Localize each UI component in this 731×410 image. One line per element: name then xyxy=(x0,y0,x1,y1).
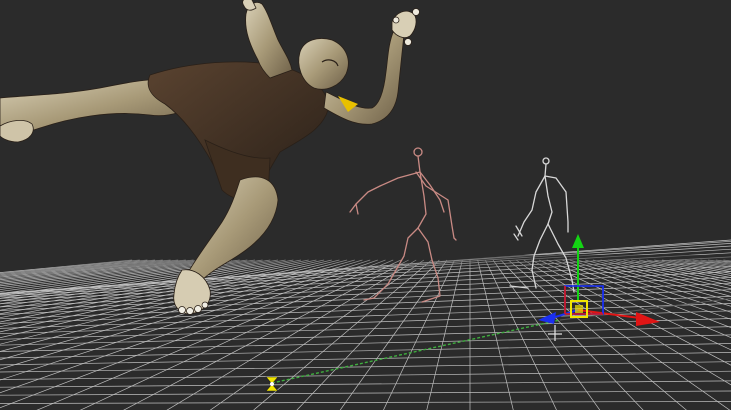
grid-line xyxy=(0,343,731,359)
grid-line xyxy=(0,380,731,388)
camera-pivot-icon[interactable] xyxy=(265,376,279,392)
viewport-canvas[interactable] xyxy=(0,0,731,410)
3d-viewport[interactable] xyxy=(0,0,731,410)
grid-horizon-fade xyxy=(0,255,731,315)
grid-line xyxy=(0,401,731,404)
grid-line xyxy=(0,370,731,380)
grid-line xyxy=(0,390,731,396)
